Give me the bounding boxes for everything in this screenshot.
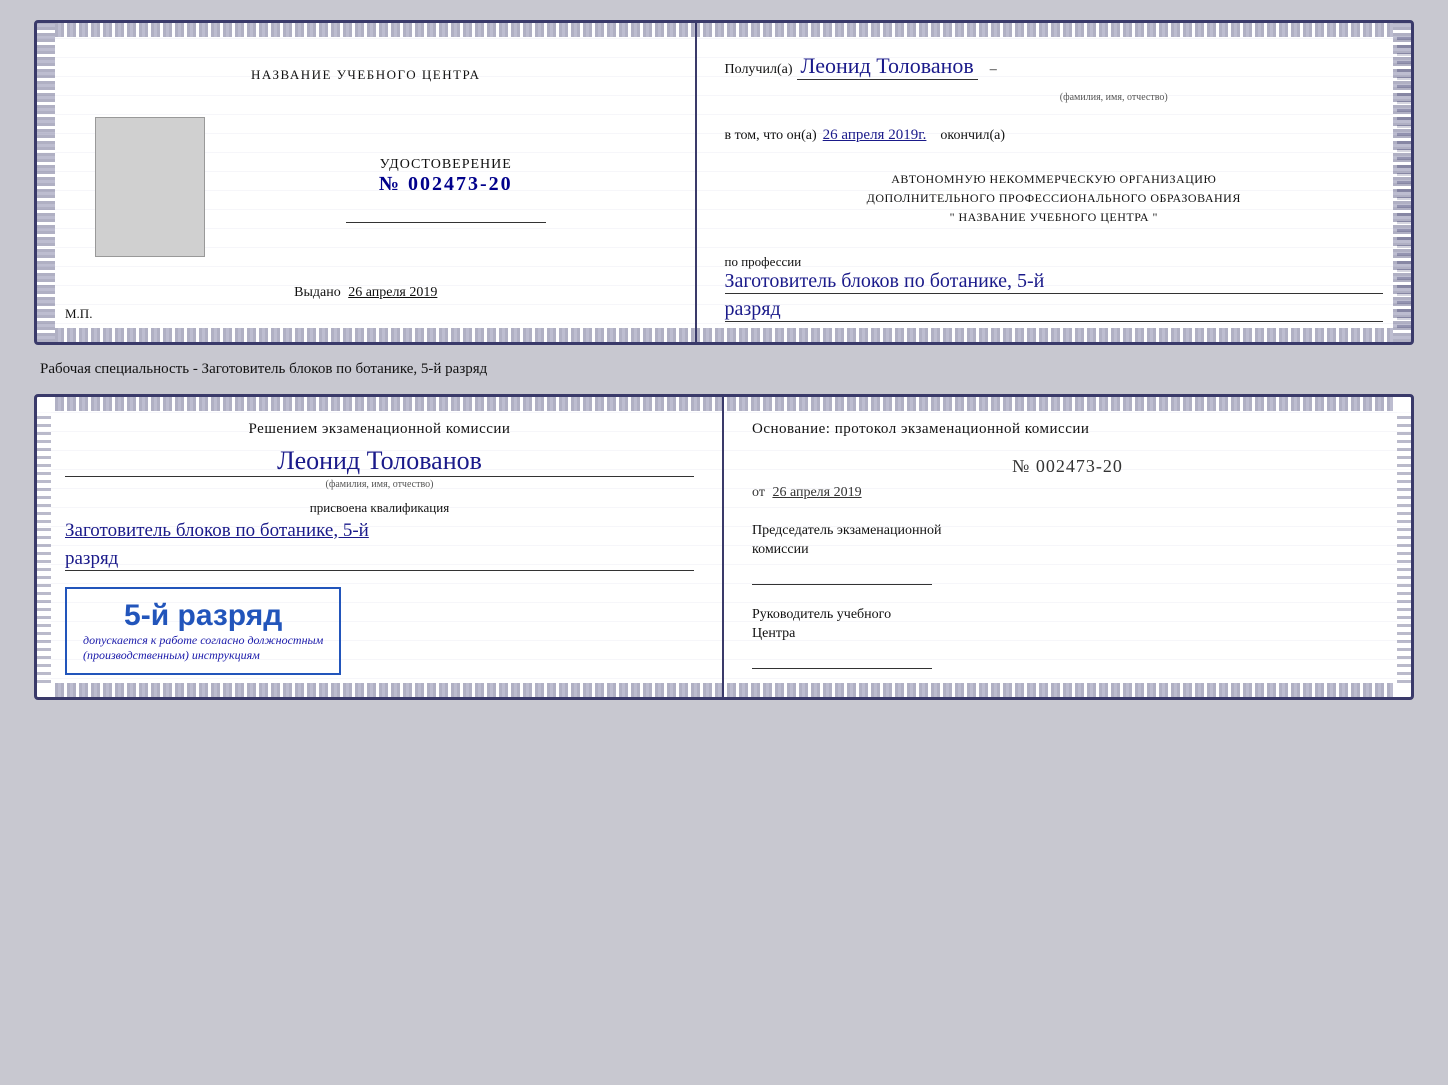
top-doc-left: НАЗВАНИЕ УЧЕБНОГО ЦЕНТРА УДОСТОВЕРЕНИЕ №… (37, 23, 697, 342)
director-block: Руководитель учебного Центра (752, 605, 1383, 669)
issued-label: Выдано (294, 285, 341, 300)
from-date: от 26 апреля 2019 (752, 485, 1383, 501)
bottom-doc-right: Основание: протокол экзаменационной коми… (724, 397, 1411, 697)
date-prefix: от (752, 485, 765, 500)
issued-date: 26 апреля 2019 (348, 285, 437, 300)
name-caption: (фамилия, имя, отчество) (65, 479, 694, 490)
commission-title: Решением экзаменационной комиссии (65, 419, 694, 440)
profession-value: Заготовитель блоков по ботанике, 5-й (725, 270, 1383, 294)
cert-label: УДОСТОВЕРЕНИЕ (379, 157, 513, 173)
top-doc-right: Получил(а) Леонид Толованов – (фамилия, … (697, 23, 1411, 342)
cert-number: № 002473-20 (379, 173, 513, 196)
basis-label: Основание: протокол экзаменационной коми… (752, 419, 1383, 440)
date-suffix: окончил(а) (940, 128, 1005, 144)
director-title: Руководитель учебного Центра (752, 605, 1383, 644)
org-line3: " НАЗВАНИЕ УЧЕБНОГО ЦЕНТРА " (725, 208, 1383, 227)
director-line1: Руководитель учебного (752, 605, 1383, 625)
chairman-block: Председатель экзаменационной комиссии (752, 521, 1383, 585)
qualification-value: Заготовитель блоков по ботанике, 5-й (65, 520, 694, 542)
recipient-caption: (фамилия, имя, отчество) (845, 92, 1383, 103)
date-prefix: в том, что он(а) (725, 128, 817, 144)
person-name: Леонид Толованов (65, 446, 694, 477)
top-left-title: НАЗВАНИЕ УЧЕБНОГО ЦЕНТРА (251, 67, 480, 83)
stamp-note2: (производственным) инструкциям (83, 648, 323, 663)
cert-number-section: УДОСТОВЕРЕНИЕ № 002473-20 (379, 157, 513, 196)
stamp-grade: 5-й разряд (83, 599, 323, 633)
profession-block: по профессии Заготовитель блоков по бота… (725, 254, 1383, 322)
protocol-number: № 002473-20 (752, 456, 1383, 477)
chairman-signature-line (752, 584, 932, 585)
director-signature-line (752, 668, 932, 669)
profession-label: по профессии (725, 254, 802, 269)
recipient-line: Получил(а) Леонид Толованов – (725, 53, 1383, 80)
stamp-note1: допускается к работе согласно должностны… (83, 633, 323, 648)
date-line: в том, что он(а) 26 апреля 2019г. окончи… (725, 127, 1383, 144)
from-date-value: 26 апреля 2019 (772, 485, 861, 500)
photo-placeholder (95, 117, 205, 257)
recipient-prefix: Получил(а) (725, 62, 793, 78)
recipient-name: Леонид Толованов (797, 53, 978, 80)
bottom-razryad-value: разряд (65, 548, 694, 571)
qualification-label: присвоена квалификация (65, 500, 694, 516)
org-line2: ДОПОЛНИТЕЛЬНОГО ПРОФЕССИОНАЛЬНОГО ОБРАЗО… (725, 189, 1383, 208)
razryad-value: разряд (725, 298, 1383, 322)
chairman-line2: комиссии (752, 540, 1383, 560)
chairman-line1: Председатель экзаменационной (752, 521, 1383, 541)
chairman-title: Председатель экзаменационной комиссии (752, 521, 1383, 560)
mp-label: М.П. (65, 306, 92, 322)
top-document: НАЗВАНИЕ УЧЕБНОГО ЦЕНТРА УДОСТОВЕРЕНИЕ №… (34, 20, 1414, 345)
stamp-box: 5-й разряд допускается к работе согласно… (65, 587, 341, 675)
issued-line: Выдано 26 апреля 2019 (294, 285, 437, 301)
org-block: АВТОНОМНУЮ НЕКОММЕРЧЕСКУЮ ОРГАНИЗАЦИЮ ДО… (725, 170, 1383, 228)
date-value: 26 апреля 2019г. (823, 127, 927, 144)
director-line2: Центра (752, 624, 1383, 644)
org-line1: АВТОНОМНУЮ НЕКОММЕРЧЕСКУЮ ОРГАНИЗАЦИЮ (725, 170, 1383, 189)
specialty-label: Рабочая специальность - Заготовитель бло… (20, 361, 487, 378)
bottom-doc-left: Решением экзаменационной комиссии Леонид… (37, 397, 724, 697)
bottom-document: Решением экзаменационной комиссии Леонид… (34, 394, 1414, 700)
